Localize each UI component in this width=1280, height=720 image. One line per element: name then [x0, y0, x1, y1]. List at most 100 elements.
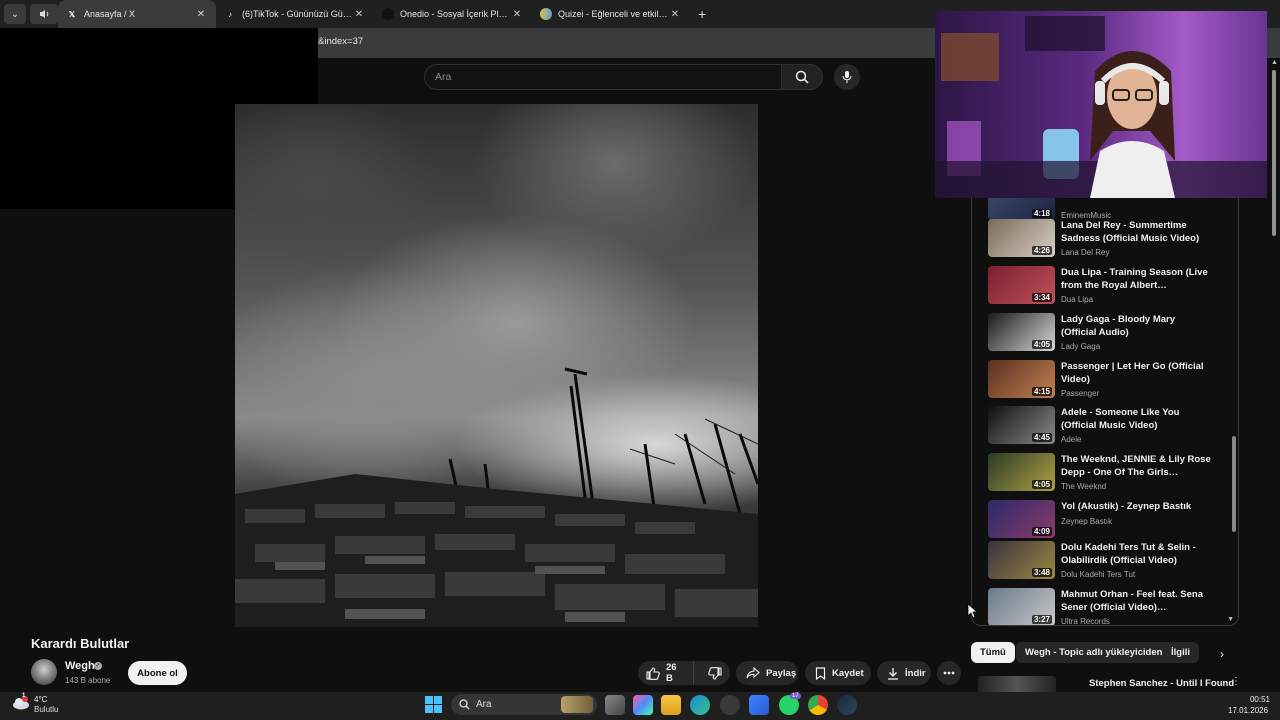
thumbnail: 4:05: [988, 453, 1055, 491]
share-button[interactable]: Paylaş: [736, 661, 798, 685]
chips-next-arrow-icon[interactable]: ›: [1213, 645, 1231, 663]
chip-all[interactable]: Tümü: [971, 642, 1015, 663]
chrome-icon[interactable]: [808, 695, 828, 715]
video-title: Mahmut Orhan - Feel feat. Sena Sener (Of…: [1061, 589, 1203, 613]
channel-avatar[interactable]: [31, 659, 57, 685]
webcam-image: [935, 11, 1267, 198]
more-actions-button[interactable]: [937, 661, 961, 685]
duration-label: 4:15: [1031, 387, 1052, 396]
video-title: Karardı Bulutlar: [31, 636, 130, 651]
playlist-item[interactable]: 4:09 Yol (Akustik) - Zeynep Bastık Zeyne…: [988, 500, 1228, 540]
tab-title: Quizei - Eğlenceli ve etkileşimli: [558, 9, 668, 19]
scroll-up-arrow[interactable]: ▲: [1271, 59, 1278, 66]
subscribe-button[interactable]: Abone ol: [128, 661, 187, 685]
dislike-button[interactable]: [700, 661, 730, 685]
video-title: Stephen Sanchez - Until I Found: [1089, 678, 1235, 689]
mute-tab-button[interactable]: [30, 4, 58, 24]
clock-date[interactable]: 17.01.2026: [1228, 706, 1268, 715]
windows-start-icon[interactable]: [425, 696, 442, 713]
more-horizontal-icon: [943, 671, 955, 675]
verified-icon: ✓: [94, 662, 102, 670]
playlist-item[interactable]: 4:05 The Weeknd, JENNIE & Lily Rose Depp…: [988, 453, 1228, 493]
download-button[interactable]: İndir: [877, 661, 931, 685]
playlist-item[interactable]: 4:05 Lady Gaga - Bloody Mary (Official A…: [988, 313, 1228, 353]
tab-title: Anasayfa / X: [84, 9, 136, 19]
more-vertical-icon[interactable]: ⋮: [1231, 676, 1238, 687]
thumbnail: 4:15: [988, 360, 1055, 398]
new-tab-button[interactable]: +: [690, 6, 714, 22]
edge-icon[interactable]: [690, 695, 710, 715]
taskbar-search[interactable]: Ara: [451, 694, 597, 715]
weather-description: Bulutlu: [34, 705, 59, 714]
thumbnail: 3:48: [988, 541, 1055, 579]
microphone-icon: [842, 71, 852, 83]
chip-related[interactable]: İlgili: [1162, 642, 1199, 663]
recommended-video[interactable]: Stephen Sanchez - Until I Found ⋮: [978, 676, 1238, 692]
thumbnail: 4:09: [988, 500, 1055, 538]
tiktok-icon: ♪: [228, 9, 232, 19]
close-tab-icon[interactable]: ✕: [194, 9, 208, 20]
file-explorer-icon[interactable]: [661, 695, 681, 715]
cloud-icon[interactable]: [12, 696, 30, 710]
taskbar-search-placeholder: Ara: [476, 699, 492, 710]
video-player[interactable]: [235, 104, 758, 627]
video-title: Passenger | Let Her Go (Official Video): [1061, 361, 1204, 385]
copilot-icon[interactable]: [633, 695, 653, 715]
steam-icon[interactable]: [837, 695, 857, 715]
tab-title: (6)TikTok - Gününüzü Güzelleştirin: [242, 9, 352, 19]
task-view-icon[interactable]: [605, 695, 625, 715]
tab-search-button[interactable]: ⌄: [4, 4, 26, 24]
chip-uploader[interactable]: Wegh - Topic adlı yükleyiciden: [1016, 642, 1172, 663]
microsoft-store-icon[interactable]: [749, 695, 769, 715]
search-button[interactable]: [781, 64, 823, 90]
playlist-item[interactable]: 4:26 Lana Del Rey - Summertime Sadness (…: [988, 219, 1228, 259]
channel-name: The Weeknd: [1061, 482, 1107, 491]
video-frame: [235, 367, 758, 627]
close-tab-icon[interactable]: ✕: [510, 9, 524, 20]
duration-label: 4:26: [1031, 246, 1052, 255]
playlist-item[interactable]: 3:48 Dolu Kadehi Ters Tut & Selin - Olab…: [988, 541, 1228, 581]
clock-time[interactable]: 00:51: [1246, 695, 1270, 704]
thumbnail: 3:27: [988, 588, 1055, 625]
settings-gear-icon[interactable]: [720, 695, 740, 715]
thumbnail: 4:26: [988, 219, 1055, 257]
video-title: Lady Gaga - Bloody Mary (Official Audio): [1061, 314, 1176, 338]
x-logo-icon: 𝕏: [68, 9, 76, 19]
close-tab-icon[interactable]: ✕: [668, 9, 682, 20]
thumbnail: [978, 676, 1056, 692]
weather-badge: 1: [22, 693, 26, 699]
channel-name: Dolu Kadehi Ters Tut: [1061, 570, 1136, 579]
tab-quizei[interactable]: Quizei - Eğlenceli ve etkileşimli ✕: [532, 0, 690, 28]
duration-label: 3:48: [1031, 568, 1052, 577]
video-title: Dolu Kadehi Ters Tut & Selin - Olabilird…: [1061, 542, 1196, 566]
close-tab-icon[interactable]: ✕: [352, 9, 366, 20]
playlist-item[interactable]: 4:45 Adele - Someone Like You (Official …: [988, 406, 1228, 446]
playlist-item[interactable]: 3:34 Dua Lipa - Training Season (Live fr…: [988, 266, 1228, 306]
voice-search-button[interactable]: [834, 64, 860, 90]
channel-name: Lady Gaga: [1061, 342, 1101, 351]
like-button[interactable]: 26 B: [638, 661, 694, 685]
tab-onedio[interactable]: Onedio - Sosyal İçerik Platformu ✕: [374, 0, 532, 28]
speaker-icon: [39, 10, 48, 18]
save-label: Kaydet: [832, 667, 864, 679]
download-icon: [888, 667, 898, 680]
playlist-item[interactable]: 4:15 Passenger | Let Her Go (Official Vi…: [988, 360, 1228, 400]
playlist-scrollbar[interactable]: [1232, 436, 1236, 532]
page-scrollbar[interactable]: [1272, 70, 1276, 236]
channel-name[interactable]: Wegh: [65, 660, 95, 672]
video-title: [1061, 198, 1211, 209]
scroll-down-arrow[interactable]: ▼: [1227, 616, 1234, 623]
save-button[interactable]: Kaydet: [805, 661, 871, 685]
duration-label: 3:34: [1031, 293, 1052, 302]
tab-tiktok[interactable]: ♪ (6)TikTok - Gününüzü Güzelleştirin ✕: [216, 0, 374, 28]
search-input[interactable]: Ara: [424, 64, 782, 90]
playlist-panel: 4:18 EminemMusic 4:26 Lana Del Rey - Sum…: [971, 198, 1239, 626]
thumbnail: 4:18: [988, 198, 1055, 220]
webcam-overlay: [935, 11, 1267, 198]
share-icon: [746, 667, 760, 679]
tab-x[interactable]: 𝕏 Anasayfa / X ✕: [58, 0, 216, 28]
playlist-item[interactable]: 3:27 Mahmut Orhan - Feel feat. Sena Sene…: [988, 588, 1228, 625]
thumbs-up-icon: [646, 666, 660, 680]
download-label: İndir: [905, 667, 926, 679]
video-title: Lana Del Rey - Summertime Sadness (Offic…: [1061, 220, 1200, 244]
